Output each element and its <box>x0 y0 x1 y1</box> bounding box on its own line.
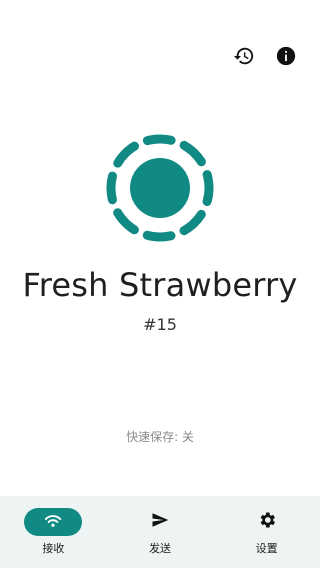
nav-pill-receive <box>24 508 83 536</box>
nav-label-receive: 接收 <box>42 542 65 555</box>
send-icon <box>150 511 170 533</box>
device-name: Fresh Strawberry <box>22 266 298 304</box>
top-actions <box>232 44 298 68</box>
nav-item-settings[interactable]: 设置 <box>213 496 320 568</box>
device-number: #15 <box>143 315 177 334</box>
quick-save-status: 快速保存: 关 <box>126 430 194 444</box>
device-logo <box>104 132 216 244</box>
history-icon[interactable] <box>232 44 256 68</box>
settings-icon <box>257 510 277 534</box>
info-icon[interactable] <box>274 44 298 68</box>
bottom-navigation: 接收 发送 设置 <box>0 496 320 568</box>
nav-item-send[interactable]: 发送 <box>107 496 214 568</box>
nav-pill-settings <box>238 508 296 536</box>
nav-pill-send <box>131 508 189 536</box>
nav-label-settings: 设置 <box>255 542 278 555</box>
nav-label-send: 发送 <box>149 542 171 555</box>
wifi-icon <box>43 512 63 532</box>
nav-item-receive[interactable]: 接收 <box>0 496 107 568</box>
